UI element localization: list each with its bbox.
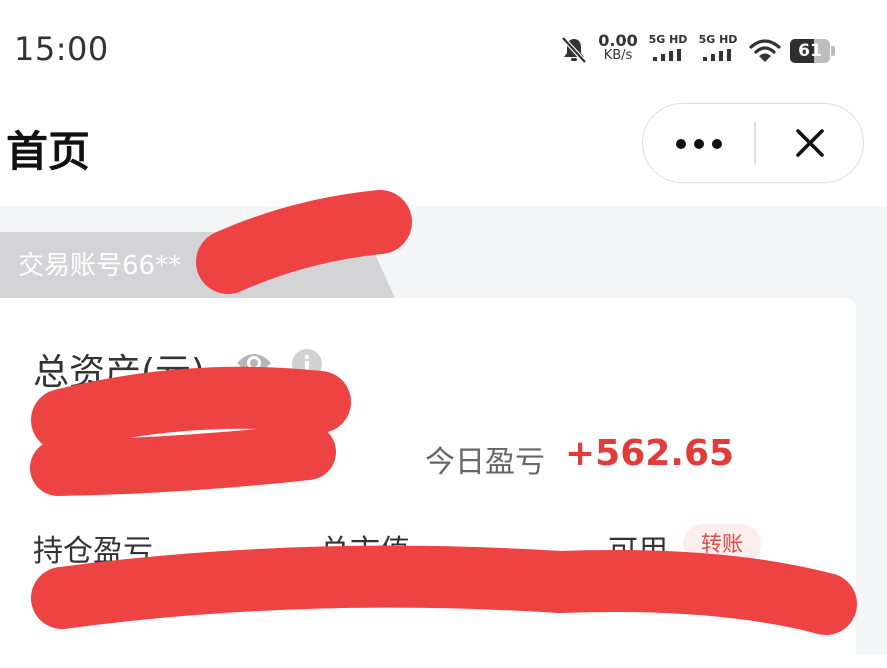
signal-icon [653,49,681,61]
close-button[interactable] [755,104,863,181]
battery-icon: 61 [790,39,830,63]
signal-icon [703,49,731,61]
battery-level: 61 [798,41,822,61]
network-speed-unit: KB/s [603,48,633,63]
today-pnl-label: 今日盈亏 [425,445,545,480]
network-speed: 0.00 KB/s [595,31,641,64]
more-dots-icon [676,139,722,149]
info-icon[interactable] [291,348,323,384]
total-assets-label: 总资产(元) [33,352,206,393]
today-pnl-value: +562.65 [565,433,735,474]
available-label: 可用 [608,534,668,569]
market-value-label: 总市值 [320,534,410,569]
account-number: 交易账号66** [18,251,182,281]
bell-muted-icon [561,36,587,68]
close-icon [796,129,824,157]
position-pnl-label: 持仓盈亏 [33,534,153,569]
sim2-label: 5G HD [698,33,738,46]
more-button[interactable] [643,104,754,181]
transfer-button[interactable]: 转账 [683,524,761,564]
status-time: 15:00 [14,30,109,68]
eye-icon[interactable] [234,347,274,383]
signal-sim2: 5G HD [695,34,741,61]
network-speed-value: 0.00 [598,31,638,50]
status-bar: 15:00 0.00 KB/s 5G HD 5G HD 61 [0,0,887,100]
page-title: 首页 [6,127,91,176]
sim1-label: 5G HD [648,33,688,46]
mini-program-capsule [642,103,864,183]
signal-sim1: 5G HD [645,34,691,61]
wifi-icon [749,38,781,68]
battery-tip [831,46,835,56]
